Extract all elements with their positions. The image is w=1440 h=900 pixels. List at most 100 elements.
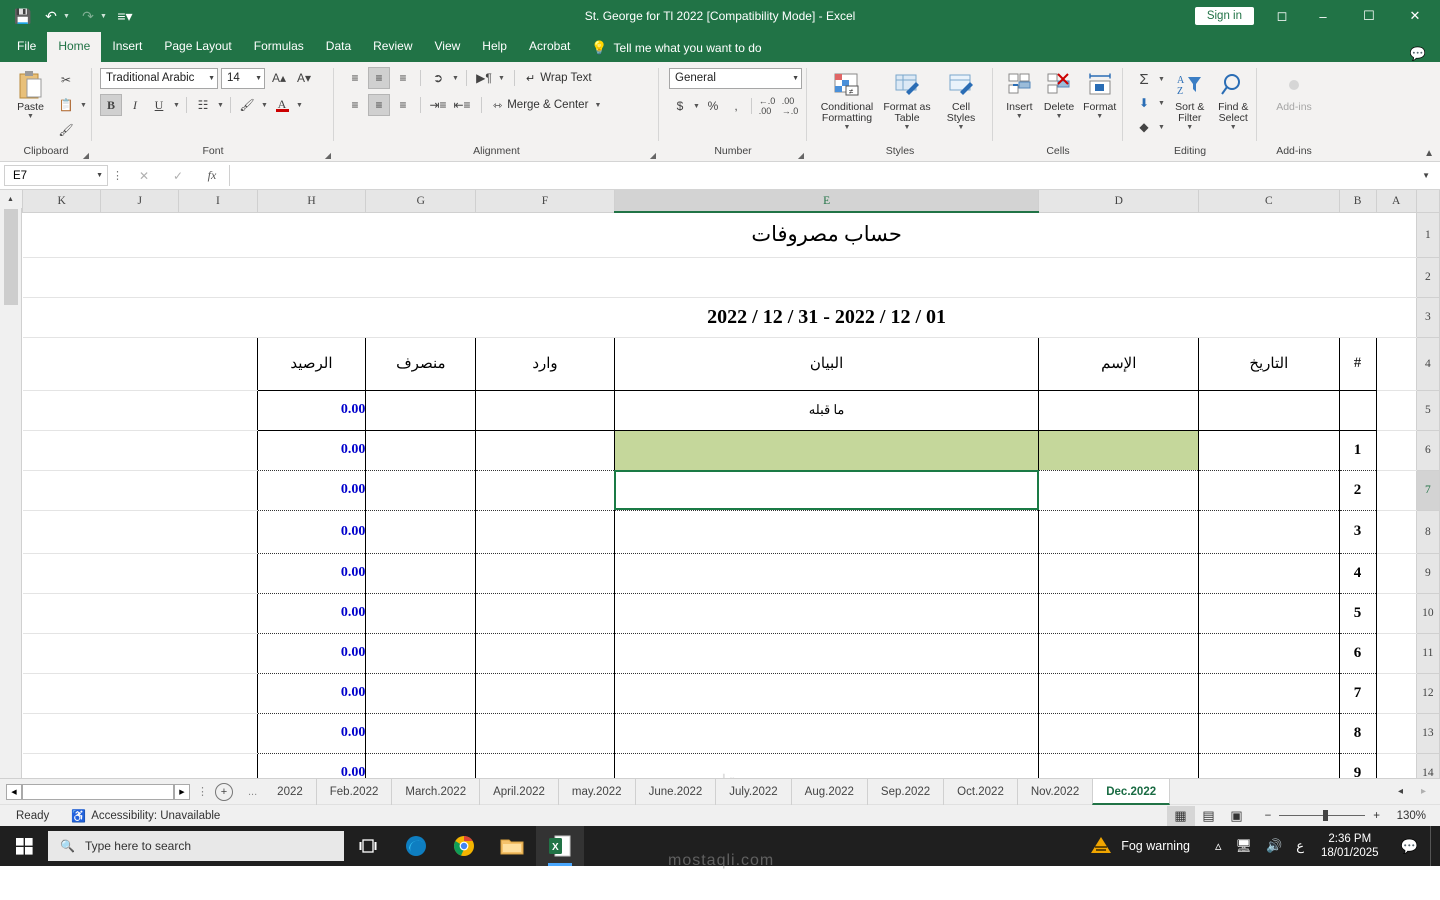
merge-center-button[interactable]: ⇿ Merge & Center ▼ <box>490 93 605 117</box>
tab-home[interactable]: Home <box>47 32 102 62</box>
undo-icon[interactable]: ↶ <box>38 4 64 28</box>
cell-A5[interactable] <box>1376 390 1417 431</box>
row-header-4[interactable]: 4 <box>1415 336 1440 391</box>
entry-1-description[interactable] <box>614 430 1040 471</box>
zoom-in-button[interactable]: + <box>1373 810 1380 822</box>
row-header-12[interactable]: 12 <box>1415 672 1440 714</box>
find-select-button[interactable]: Find & Select ▼ <box>1214 66 1254 131</box>
cell-styles-button[interactable]: Cell Styles ▼ <box>937 66 985 131</box>
decrease-indent-icon[interactable]: ⇥≡ <box>427 94 449 116</box>
enter-checkmark-icon[interactable]: ✓ <box>161 169 195 183</box>
tab-acrobat[interactable]: Acrobat <box>518 32 581 62</box>
entry-2-num[interactable]: 2 <box>1339 470 1377 511</box>
cell-B1[interactable] <box>1339 212 1377 258</box>
entry-7-expense[interactable] <box>365 673 477 714</box>
bold-button[interactable]: B <box>100 94 122 116</box>
cell-J4[interactable] <box>100 337 179 391</box>
entry-6-name[interactable] <box>1038 633 1200 674</box>
cell-J1[interactable] <box>100 212 179 258</box>
sheet-tab-july-2022[interactable]: July.2022 <box>715 778 790 805</box>
name-box[interactable]: E7 ▼ <box>4 165 108 186</box>
cell-I13[interactable] <box>178 713 258 754</box>
cell-E2[interactable] <box>614 257 1039 298</box>
row-header-1[interactable]: 1 <box>1415 211 1440 258</box>
increase-decimal-icon[interactable]: ←.0.00 <box>756 95 778 117</box>
entry-6-description[interactable] <box>614 633 1040 674</box>
tab-review[interactable]: Review <box>362 32 423 62</box>
cell-H1[interactable] <box>257 212 366 258</box>
row-header-10[interactable]: 10 <box>1415 592 1440 634</box>
autosum-dropdown-icon[interactable]: ▼ <box>1157 76 1166 83</box>
customize-qat-icon[interactable]: ≡▾ <box>112 4 138 28</box>
align-middle-icon[interactable]: ≡ <box>368 67 390 89</box>
row-header-7[interactable]: 7 <box>1415 469 1440 511</box>
cell-K14[interactable] <box>22 753 101 778</box>
carry-over-balance[interactable]: 0.00 <box>256 390 367 431</box>
entry-9-name[interactable] <box>1038 753 1200 778</box>
carry-over-income[interactable] <box>475 390 615 431</box>
alignment-dialog-launcher[interactable]: ◢ <box>650 151 656 160</box>
clear-dropdown-icon[interactable]: ▼ <box>1157 124 1166 131</box>
entry-8-income[interactable] <box>475 713 615 754</box>
table-header-name[interactable]: الإسم <box>1038 336 1200 391</box>
orientation-icon[interactable]: ➲ <box>427 67 449 89</box>
cell-I3[interactable] <box>178 297 258 338</box>
cell-F1[interactable] <box>475 212 615 258</box>
entry-9-date[interactable] <box>1198 753 1340 778</box>
formula-bar-handle[interactable]: ⋮ <box>112 169 123 182</box>
cell-J11[interactable] <box>100 633 179 674</box>
delete-dropdown-icon[interactable]: ▼ <box>1055 113 1064 120</box>
align-center-icon[interactable]: ≡ <box>368 94 390 116</box>
zoom-out-button[interactable]: − <box>1265 810 1272 822</box>
column-header-C[interactable]: C <box>1198 190 1340 213</box>
cell-I5[interactable] <box>178 390 258 431</box>
sheet-tab-oct-2022[interactable]: Oct.2022 <box>943 778 1017 805</box>
entry-1-name[interactable] <box>1038 430 1200 471</box>
font-color-icon[interactable]: A <box>271 94 293 116</box>
row-header-6[interactable]: 6 <box>1415 429 1440 471</box>
borders-icon[interactable]: ☷ <box>192 94 214 116</box>
cell-G2[interactable] <box>365 257 476 298</box>
redo-dropdown-icon[interactable]: ▼ <box>100 13 110 20</box>
align-top-icon[interactable]: ≡ <box>344 67 366 89</box>
cell-A3[interactable] <box>1376 297 1417 338</box>
table-header-num[interactable]: # <box>1339 336 1377 391</box>
tab-file[interactable]: File <box>6 32 47 62</box>
copy-dropdown-icon[interactable]: ▼ <box>79 102 88 109</box>
cell-A2[interactable] <box>1376 257 1417 298</box>
cell-K4[interactable] <box>22 337 101 391</box>
cell-K10[interactable] <box>22 593 101 634</box>
horizontal-scrollbar[interactable] <box>22 783 174 800</box>
format-cells-button[interactable]: Format ▼ <box>1080 66 1119 120</box>
conditional-formatting-button[interactable]: ≠ Conditional Formatting ▼ <box>817 66 877 131</box>
entry-9-num[interactable]: 9 <box>1339 753 1377 778</box>
carry-over-description[interactable]: ما قبله <box>614 390 1040 431</box>
format-as-table-dropdown-icon[interactable]: ▼ <box>903 124 912 131</box>
accounting-format-icon[interactable]: $ <box>669 95 691 117</box>
insert-cells-button[interactable]: Insert ▼ <box>1001 66 1038 120</box>
cell-I11[interactable] <box>178 633 258 674</box>
entry-1-num[interactable]: 1 <box>1339 430 1377 471</box>
entry-5-name[interactable] <box>1038 593 1200 634</box>
percent-style-icon[interactable]: % <box>702 95 724 117</box>
cell-I2[interactable] <box>178 257 258 298</box>
excel-icon[interactable]: X <box>536 826 584 866</box>
column-header-B[interactable]: B <box>1338 190 1377 213</box>
entry-7-date[interactable] <box>1198 673 1340 714</box>
cell-A12[interactable] <box>1376 673 1417 714</box>
carry-over-num[interactable] <box>1339 390 1377 431</box>
chrome-icon[interactable] <box>440 826 488 866</box>
column-header-E[interactable]: E <box>613 190 1040 213</box>
column-header-K[interactable]: K <box>22 190 102 213</box>
italic-button[interactable]: I <box>124 94 146 116</box>
scroll-left-icon[interactable]: ◀ <box>6 783 22 800</box>
table-header-balance[interactable]: الرصيد <box>256 336 367 391</box>
row-header-3[interactable]: 3 <box>1415 296 1440 338</box>
tab-view[interactable]: View <box>424 32 472 62</box>
cell-F3[interactable] <box>475 297 615 338</box>
minimize-button[interactable]: – <box>1300 0 1346 32</box>
cell-D1[interactable] <box>1038 212 1199 258</box>
tab-formulas[interactable]: Formulas <box>243 32 315 62</box>
align-left-icon[interactable]: ≡ <box>344 94 366 116</box>
zoom-control[interactable]: − + 130% <box>1265 810 1426 822</box>
